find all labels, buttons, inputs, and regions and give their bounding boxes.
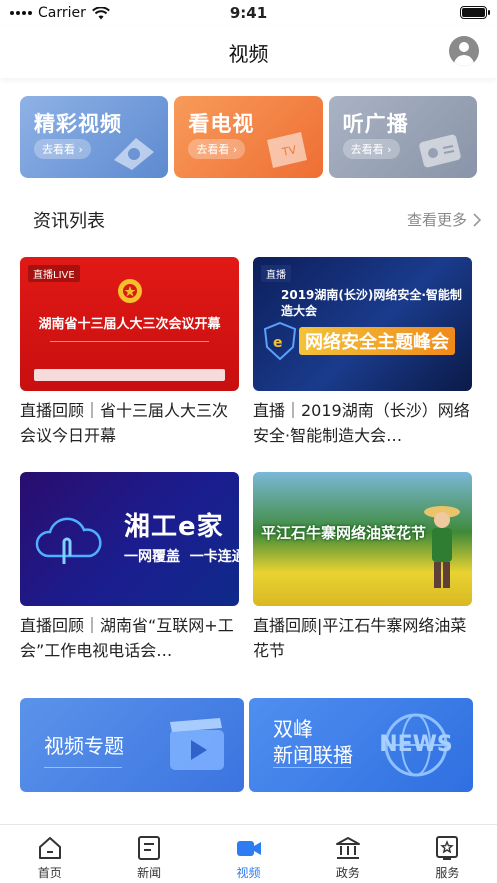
user-avatar-icon[interactable] xyxy=(449,36,479,66)
banner-title-line2: 新闻联播 xyxy=(273,743,353,767)
divider xyxy=(273,767,351,768)
news-thumbnail: 平江石牛寨网络油菜花节 xyxy=(253,472,472,606)
nav-bar: 视频 xyxy=(0,26,497,78)
category-go-button[interactable]: 去看看 › xyxy=(188,139,246,159)
svg-text:e: e xyxy=(273,335,283,351)
farmer-figure-icon xyxy=(424,506,460,588)
news-icon-label: NEWS xyxy=(379,732,453,757)
battery-icon xyxy=(460,6,490,19)
chevron-right-icon xyxy=(473,212,481,227)
page-title: 视频 xyxy=(228,42,269,66)
category-go-button[interactable]: 去看看 › xyxy=(342,139,400,159)
home-icon xyxy=(38,837,61,859)
video-topics-banner[interactable]: 视频专题 xyxy=(20,698,244,792)
category-card-featured-video[interactable]: 精彩视频 去看看 › xyxy=(20,96,169,178)
news-thumbnail: 直播 2019湖南(长沙)网络安全·智能制造大会 e 网络安全主题峰会 xyxy=(253,257,472,391)
category-cards: 精彩视频 去看看 › 看电视 去看看 › TV 听广播 去看看 › xyxy=(20,96,477,178)
government-icon xyxy=(335,837,360,859)
tab-service[interactable]: 服务 xyxy=(398,825,497,883)
emblem-icon xyxy=(118,279,142,303)
news-icon xyxy=(138,836,161,860)
video-camera-icon xyxy=(236,841,261,856)
news-title: 直播回顾｜省十三届人大三次会议今日开幕 xyxy=(20,401,229,445)
thumbnail-caption-2: 网络安全主题峰会 xyxy=(299,327,455,355)
globe-news-icon: NEWS xyxy=(371,712,461,778)
tv-icon: TV xyxy=(266,132,307,168)
status-time: 9:41 xyxy=(229,4,268,22)
tab-bar: 首页 新闻 视频 政务 服务 xyxy=(0,824,497,883)
banner-title: 双峰 新闻联播 xyxy=(273,716,353,768)
news-thumbnail: 湘工e家 一网覆盖 一卡连通 xyxy=(20,472,239,606)
live-badge: 直播 xyxy=(261,265,291,282)
news-item[interactable]: 平江石牛寨网络油菜花节 直播回顾|平江石牛寨网络油菜花节 xyxy=(253,472,472,663)
divider xyxy=(50,341,209,342)
thumbnail-caption: 湘工e家 xyxy=(124,512,224,542)
cloud-touch-icon xyxy=(35,517,102,564)
tab-government[interactable]: 政务 xyxy=(298,825,397,883)
news-title: 直播回顾｜湖南省“互联网+工会”工作电视电话会… xyxy=(20,616,234,660)
status-bar: Carrier 9:41 xyxy=(0,0,497,26)
thumbnail-caption: 湖南省十三届人大三次会议开幕 xyxy=(38,317,221,332)
banner-title-line1: 双峰 xyxy=(273,717,313,741)
divider xyxy=(44,767,122,768)
news-title: 直播｜2019湖南（长沙）网络安全·智能制造大会… xyxy=(253,401,470,445)
category-title: 精彩视频 xyxy=(34,112,122,136)
tab-home[interactable]: 首页 xyxy=(0,825,99,883)
category-title: 看电视 xyxy=(188,112,255,136)
category-card-tv[interactable]: 看电视 去看看 › TV xyxy=(174,96,323,178)
radio-icon xyxy=(419,134,461,168)
category-go-button[interactable]: 去看看 › xyxy=(34,139,91,159)
tab-label: 服务 xyxy=(435,866,460,880)
category-card-radio[interactable]: 听广播 去看看 › xyxy=(328,96,477,178)
play-disc-icon xyxy=(114,138,155,170)
thumbnail-caption: 2019湖南(长沙)网络安全·智能制造大会 xyxy=(281,288,462,318)
service-icon xyxy=(436,836,459,860)
news-item[interactable]: 直播LIVE 湖南省十三届人大三次会议开幕 直播回顾｜省十三届人大三次会议今日开… xyxy=(20,257,239,448)
news-section-title: 资讯列表 xyxy=(33,211,105,232)
view-more-label: 查看更多 xyxy=(406,211,467,229)
banner-title: 视频专题 xyxy=(44,734,124,758)
thumbnail-caption-2: 一网覆盖 一卡连通 xyxy=(124,549,239,565)
tab-label: 视频 xyxy=(236,866,261,880)
news-title: 直播回顾|平江石牛寨网络油菜花节 xyxy=(253,616,467,660)
tab-label: 新闻 xyxy=(137,866,162,880)
tab-video[interactable]: 视频 xyxy=(199,825,298,883)
tab-label: 首页 xyxy=(37,866,62,880)
view-more-link[interactable]: 查看更多 xyxy=(407,209,481,230)
shuangfeng-news-banner[interactable]: 双峰 新闻联播 NEWS xyxy=(249,698,473,792)
video-clapper-icon xyxy=(170,718,224,770)
news-thumbnail: 直播LIVE 湖南省十三届人大三次会议开幕 xyxy=(20,257,239,391)
live-badge: 直播LIVE xyxy=(28,265,80,282)
news-item[interactable]: 湘工e家 一网覆盖 一卡连通 直播回顾｜湖南省“互联网+工会”工作电视电话会… xyxy=(20,472,239,663)
thumbnail-caption: 平江石牛寨网络油菜花节 xyxy=(261,524,427,542)
news-item[interactable]: 直播 2019湖南(长沙)网络安全·智能制造大会 e 网络安全主题峰会 直播｜2… xyxy=(253,257,472,448)
category-title: 听广播 xyxy=(342,112,409,136)
tab-label: 政务 xyxy=(335,866,360,880)
tab-news[interactable]: 新闻 xyxy=(99,825,198,883)
shield-icon: e xyxy=(263,321,297,361)
media-logos-strip xyxy=(34,369,225,381)
